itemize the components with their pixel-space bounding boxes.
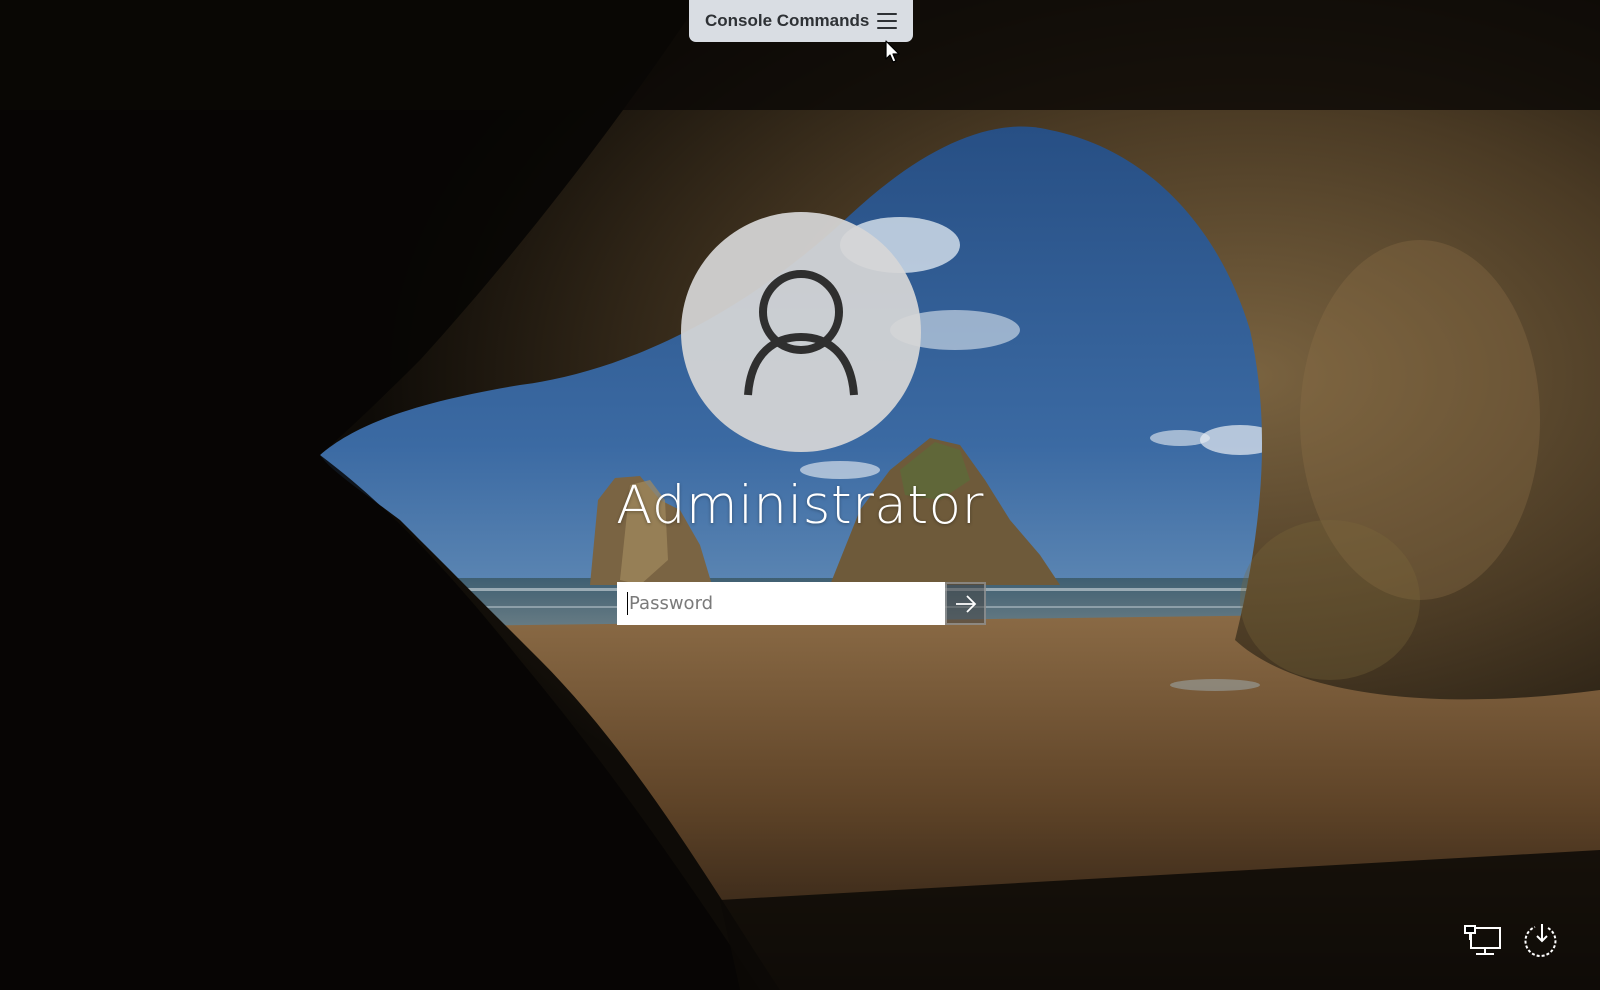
user-avatar [681,212,921,452]
hamburger-menu-icon[interactable] [877,13,897,29]
username-label: Administrator [616,475,984,536]
password-field-container [617,582,945,625]
power-button[interactable] [1521,922,1563,960]
network-icon [1464,925,1501,955]
console-commands-button[interactable]: Console Commands [689,0,913,42]
login-screen: Console Commands Administrator [0,0,1600,990]
text-caret [627,592,628,615]
password-input[interactable] [617,582,945,625]
arrow-right-icon [955,594,976,613]
user-silhouette-icon [744,270,858,396]
mouse-pointer-icon [885,40,900,63]
network-button[interactable] [1462,922,1504,960]
submit-button[interactable] [945,582,986,625]
console-commands-label: Console Commands [705,11,870,30]
power-icon [1524,924,1557,957]
password-form [617,582,986,625]
